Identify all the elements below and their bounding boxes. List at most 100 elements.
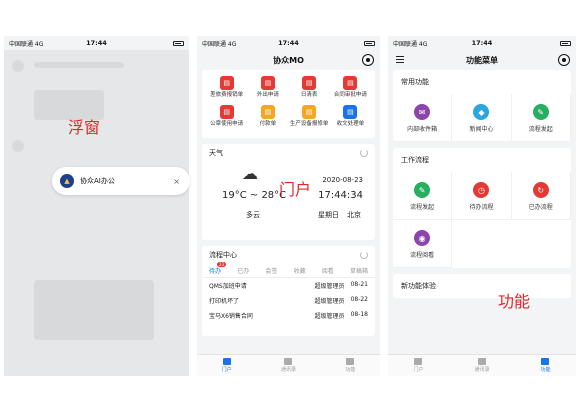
clock: 17:44 (471, 39, 493, 47)
flow-owner: 超级管理员 (314, 298, 345, 305)
portal-screen: 中国联通 4G 17:44 协众MO ▤ 差旅费报销单 ▤ 外出申请 ▤ 日清表 ▤ 合同审批… (197, 36, 380, 376)
app-label: 差旅费报销单 (210, 92, 244, 98)
flow-row[interactable]: 宝马X6销售合同 超级管理员 08-18 (202, 308, 375, 323)
flow-tab[interactable]: 阅看 (322, 266, 334, 275)
caption-floating: 浮窗 (68, 118, 101, 137)
contacts-icon (477, 358, 486, 365)
floating-bubble[interactable]: ▲ 协众AI办公 × (52, 167, 190, 195)
tab-bar: 门户 通讯录 功能 (197, 354, 380, 376)
tab-bar: 门户 通讯录 功能 (388, 354, 576, 376)
app-item[interactable]: ▤ 收文处理单 (330, 105, 371, 128)
tab-contacts[interactable]: 通讯录 (281, 358, 296, 373)
app-item[interactable]: ▤ 日清表 (289, 76, 330, 99)
menu-item[interactable]: ✎ 流程发起 (393, 172, 453, 220)
flow-owner: 超级管理员 (314, 313, 345, 320)
status-bar: 中国联通 4G 17:44 (197, 36, 380, 50)
section-title: 新功能体验 (401, 282, 436, 290)
flow-tab[interactable]: 待办 23 (209, 262, 227, 275)
flow-date: 08-22 (350, 296, 368, 303)
menu-icon[interactable] (396, 56, 404, 63)
app-icon: ▤ (260, 76, 275, 90)
app-item[interactable]: ▤ 差旅费报销单 (206, 76, 247, 99)
menu-item[interactable]: ✉ 内部收件箱 (393, 94, 453, 142)
section-title: 工作流程 (401, 156, 429, 164)
menu-section: 常用功能 ✉ 内部收件箱 ◆ 新闻中心 ✎ 流程发起 (393, 70, 571, 142)
app-item[interactable]: ▤ 付款单 (247, 105, 288, 128)
tab-portal[interactable]: 门户 (222, 358, 232, 373)
flow-card: 流程中心 待办 23 已办 会签 收藏 阅看 草稿箱 QMS加班申请 超级管理员 08-21 打印… (202, 246, 375, 336)
tab-label: 门户 (221, 367, 232, 373)
app-label: 日清表 (300, 92, 318, 98)
caption-portal: 门户 (279, 180, 312, 199)
status-bar: 中国联通 4G 17:44 (388, 36, 576, 50)
close-icon[interactable]: × (173, 177, 180, 186)
tab-contacts[interactable]: 通讯录 (474, 358, 490, 373)
refresh-icon[interactable] (360, 251, 368, 259)
count-badge: 23 (217, 262, 227, 267)
app-label: 收文处理单 (336, 121, 365, 127)
flow-name: 打印机坏了 (209, 298, 240, 305)
battery-icon (173, 40, 184, 46)
menu-item[interactable]: ◆ 新闻中心 (452, 94, 512, 142)
flow-tab[interactable]: 已办 (237, 266, 249, 275)
flow-date: 08-18 (350, 311, 368, 318)
flow-row[interactable]: QMS加班申请 超级管理员 08-21 (202, 278, 375, 293)
app-item[interactable]: ▤ 生产设备报修单 (289, 105, 330, 128)
menu-item-label: 新闻中心 (469, 126, 494, 133)
menu-item-icon: ◷ (473, 182, 490, 198)
menu-item-label: 内部收件箱 (407, 126, 438, 133)
menu-section: 工作流程 ✎ 流程发起 ◷ 待办流程 ↻ 已办流程 ◉ 流程阅看 (393, 148, 571, 268)
app-label: 外出申请 (256, 92, 279, 98)
menu-item[interactable]: ◉ 流程阅看 (393, 220, 453, 268)
battery-icon (364, 40, 375, 46)
app-label: 生产设备报修单 (289, 121, 329, 127)
cloud-icon: ☁ (242, 164, 258, 183)
app-icon: ▤ (219, 105, 234, 119)
tab-functions[interactable]: 功能 (540, 358, 551, 373)
menu-item[interactable]: ✎ 流程发起 (511, 94, 571, 142)
menu-item-label: 流程阅看 (410, 252, 435, 259)
app-item[interactable]: ▤ 外出申请 (247, 76, 288, 99)
app-icon: ▤ (260, 105, 275, 119)
weather-title: 天气 (209, 149, 223, 157)
capsule-close-icon[interactable] (362, 54, 374, 66)
app-item[interactable]: ▤ 合同审批申请 (330, 76, 371, 99)
tab-portal[interactable]: 门户 (413, 358, 424, 373)
app-grid: ▤ 差旅费报销单 ▤ 外出申请 ▤ 日清表 ▤ 合同审批申请 ▤ 公章使用申请 ▤ 付款单 ▤ 生产设备报… (202, 70, 375, 138)
tab-functions[interactable]: 功能 (345, 358, 355, 373)
capsule-close-icon[interactable] (558, 54, 570, 66)
app-label: 合同审批申请 (333, 92, 367, 98)
tab-label: 通讯录 (474, 367, 490, 373)
menu-item-icon: ↻ (532, 182, 549, 198)
grid-icon (346, 358, 355, 365)
tab-label: 门户 (413, 367, 424, 373)
battery-icon (560, 40, 571, 46)
flow-row[interactable]: 打印机坏了 超级管理员 08-22 (202, 293, 375, 308)
app-item[interactable]: ▤ 公章使用申请 (206, 105, 247, 128)
contacts-icon (284, 358, 293, 365)
menu-item[interactable]: ↻ 已办流程 (511, 172, 571, 220)
flow-tab[interactable]: 会签 (265, 266, 277, 275)
weather-weekday: 星期日 (318, 211, 339, 219)
menu-item-label: 待办流程 (469, 204, 494, 211)
app-icon: ▤ (343, 76, 358, 90)
menu-item-icon: ✎ (532, 104, 549, 120)
flow-tab[interactable]: 收藏 (294, 266, 306, 275)
home-icon (222, 358, 231, 365)
menu-item-label: 流程发起 (528, 126, 553, 133)
refresh-icon[interactable] (360, 149, 368, 157)
menu-item-icon: ✎ (414, 182, 431, 198)
app-icon: ▤ (343, 105, 358, 119)
section-title: 常用功能 (401, 78, 429, 86)
home-icon (414, 358, 423, 365)
weather-time: 17:44:34 (318, 190, 363, 201)
app-label: 付款单 (259, 121, 277, 127)
app-logo-icon: ▲ (60, 174, 74, 188)
grid-icon (541, 358, 550, 365)
tab-label: 功能 (345, 367, 356, 373)
clock: 17:44 (86, 39, 107, 47)
floating-window-screen: 中国联通 4G 17:44 浮窗 (4, 36, 189, 376)
flow-name: 宝马X6销售合同 (209, 313, 253, 320)
menu-item[interactable]: ◷ 待办流程 (452, 172, 512, 220)
flow-tab[interactable]: 草稿箱 (350, 266, 368, 275)
